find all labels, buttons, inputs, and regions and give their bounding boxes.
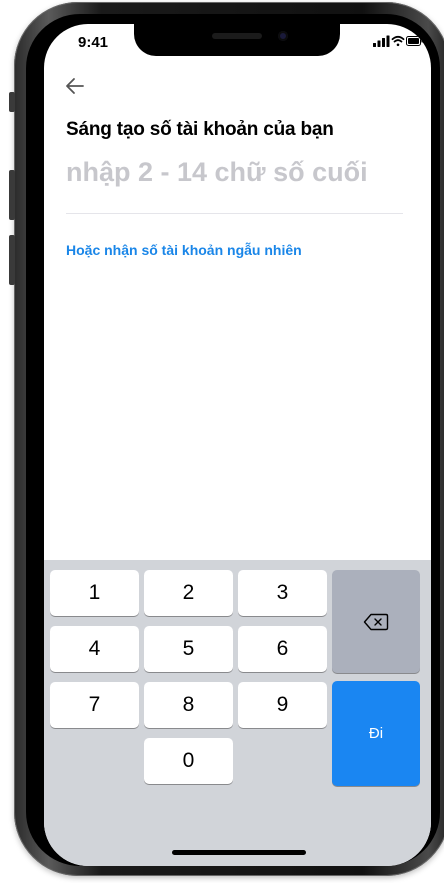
- account-number-input[interactable]: [66, 154, 406, 190]
- key-0[interactable]: 0: [144, 738, 233, 784]
- volume-down-button: [9, 235, 15, 285]
- back-button[interactable]: [64, 76, 86, 96]
- key-7[interactable]: 7: [50, 682, 139, 728]
- status-time: 9:41: [78, 34, 109, 51]
- mute-switch: [9, 92, 15, 112]
- volume-up-button: [9, 170, 15, 220]
- backspace-icon: [363, 613, 389, 630]
- home-indicator: [172, 850, 306, 855]
- key-9[interactable]: 9: [238, 682, 327, 728]
- front-camera: [278, 31, 288, 41]
- key-1[interactable]: 1: [50, 570, 139, 616]
- screen: 9:41 Sáng tạo số tài khoản của bạn nhập …: [44, 24, 431, 866]
- wifi-icon: [391, 35, 405, 47]
- random-account-number-link[interactable]: Hoặc nhận số tài khoản ngẫu nhiên: [66, 242, 302, 258]
- key-5[interactable]: 5: [144, 626, 233, 672]
- speaker-grille: [212, 33, 262, 39]
- go-button[interactable]: Đi: [332, 681, 420, 786]
- numeric-keypad: 1 2 3 4 5 6 7 8 9 0 Đi: [44, 560, 431, 866]
- input-underline: [66, 213, 403, 214]
- signal-icon: [373, 35, 390, 47]
- delete-key[interactable]: [332, 570, 420, 673]
- page-title: Sáng tạo số tài khoản của bạn: [66, 119, 334, 140]
- key-6[interactable]: 6: [238, 626, 327, 672]
- arrow-left-icon: [66, 78, 84, 94]
- key-2[interactable]: 2: [144, 570, 233, 616]
- key-4[interactable]: 4: [50, 626, 139, 672]
- notch: [134, 24, 340, 56]
- key-8[interactable]: 8: [144, 682, 233, 728]
- key-3[interactable]: 3: [238, 570, 327, 616]
- status-icons: [373, 34, 423, 48]
- battery-icon: [406, 36, 423, 46]
